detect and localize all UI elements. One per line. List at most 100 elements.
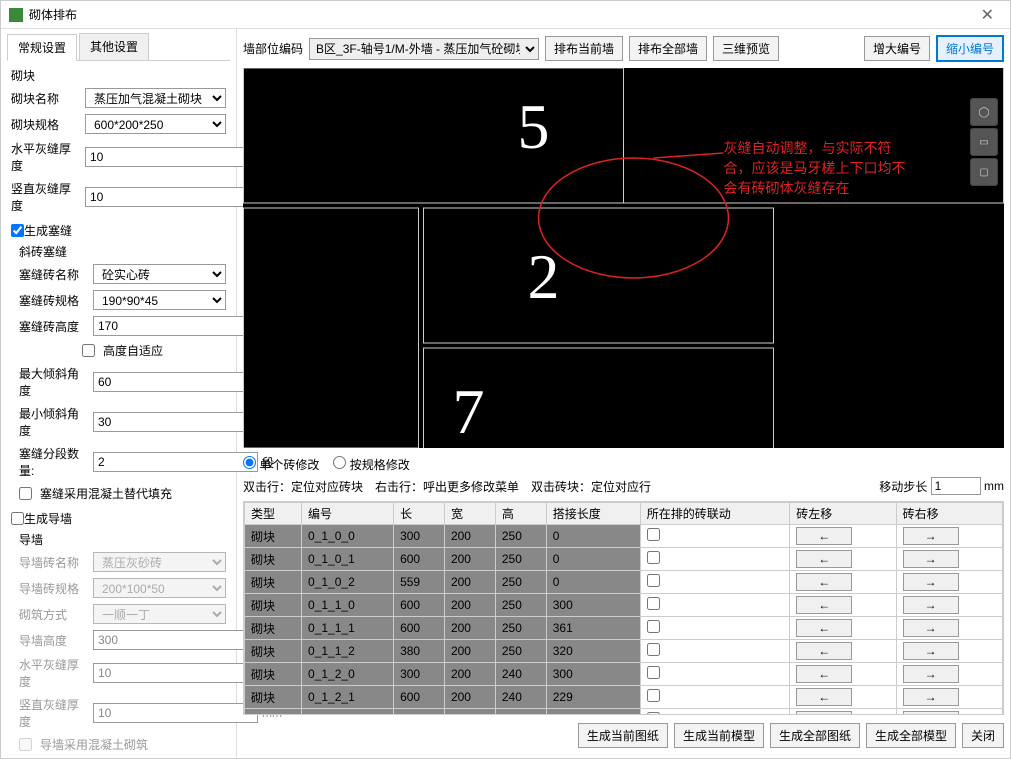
guide-spec-select: 200*100*50 (93, 578, 226, 598)
plug-name-select[interactable]: 砼实心砖 (93, 264, 226, 284)
move-right-button[interactable]: → (903, 573, 959, 591)
canvas-viewport[interactable]: 5 2 7 灰缝自动调整，与实际不符 合，应该是马牙槎上下口均不 会有砖砌体灰缝… (243, 68, 1004, 448)
min-angle-input[interactable] (93, 412, 258, 432)
tab-general[interactable]: 常规设置 (7, 34, 77, 61)
close-icon[interactable]: ✕ (973, 5, 1002, 25)
annotation-line1: 灰缝自动调整，与实际不符 (724, 140, 892, 156)
table-header[interactable]: 宽 (444, 503, 495, 525)
table-row[interactable]: 砌块0_1_2_0300200240300←→ (245, 663, 1003, 686)
layout-current-button[interactable]: 排布当前墙 (545, 36, 623, 61)
table-row[interactable]: 砌块0_1_0_25592002500←→ (245, 571, 1003, 594)
table-header[interactable]: 长 (394, 503, 445, 525)
move-right-button[interactable]: → (903, 596, 959, 614)
seg-count-input[interactable] (93, 452, 258, 472)
mode-single[interactable]: 单个砖修改 (243, 456, 319, 473)
preview-3d-button[interactable]: 三维预览 (713, 36, 779, 61)
move-right-button[interactable]: → (903, 665, 959, 683)
h-joint-label: 水平灰缝厚度 (11, 140, 81, 174)
plug-group-title: 斜砖塞缝 (19, 243, 226, 260)
move-left-button[interactable]: ← (796, 596, 852, 614)
table-row[interactable]: 砌块0_1_0_16002002500←→ (245, 548, 1003, 571)
v-joint-input[interactable] (85, 187, 250, 207)
gen-all-drawing-button[interactable]: 生成全部图纸 (770, 723, 860, 748)
move-left-button[interactable]: ← (796, 665, 852, 683)
block-name-label: 砌块名称 (11, 90, 81, 107)
move-left-button[interactable]: ← (796, 688, 852, 706)
v-joint-label: 竖直灰缝厚度 (11, 180, 81, 214)
table-row[interactable]: 砌块0_1_0_03002002500←→ (245, 525, 1003, 548)
move-right-button[interactable]: → (903, 550, 959, 568)
gen-current-model-button[interactable]: 生成当前模型 (674, 723, 764, 748)
table-header[interactable]: 砖左移 (790, 503, 896, 525)
gen-all-model-button[interactable]: 生成全部模型 (866, 723, 956, 748)
guide-height-input (93, 630, 258, 650)
row-link-checkbox[interactable] (647, 689, 660, 702)
move-left-button[interactable]: ← (796, 527, 852, 545)
top-toolbar: 墙部位编码 B区_3F-轴号1/M-外墙 - 蒸压加气砼砌块 排布当前墙 排布全… (243, 35, 1004, 62)
move-left-button[interactable]: ← (796, 642, 852, 660)
h-joint-input[interactable] (85, 147, 250, 167)
wall-code-label: 墙部位编码 (243, 40, 303, 57)
table-header[interactable]: 类型 (245, 503, 302, 525)
row-link-checkbox[interactable] (647, 643, 660, 656)
mode-spec[interactable]: 按规格修改 (333, 456, 409, 473)
table-row[interactable]: 砌块0_1_1_1600200250361←→ (245, 617, 1003, 640)
canvas-number-5: 5 (518, 91, 550, 162)
max-angle-input[interactable] (93, 372, 258, 392)
enlarge-num-button[interactable]: 增大编号 (864, 36, 930, 61)
auto-height-checkbox[interactable] (82, 344, 95, 357)
gen-plug-checkbox[interactable] (11, 224, 24, 237)
shrink-num-button[interactable]: 缩小编号 (936, 35, 1004, 62)
move-left-button[interactable]: ← (796, 619, 852, 637)
brick-table[interactable]: 类型编号长宽高搭接长度所在排的砖联动砖左移砖右移 砌块0_1_0_0300200… (243, 501, 1004, 715)
table-row[interactable]: 砌块0_1_1_2380200250320←→ (245, 640, 1003, 663)
row-link-checkbox[interactable] (647, 620, 660, 633)
titlebar: 砌体排布 ✕ (1, 1, 1010, 29)
table-header[interactable]: 搭接长度 (546, 503, 640, 525)
table-header[interactable]: 编号 (302, 503, 394, 525)
step-input[interactable] (931, 477, 981, 495)
move-right-button[interactable]: → (903, 688, 959, 706)
plug-spec-select[interactable]: 190*90*45 (93, 290, 226, 310)
plug-concrete-checkbox[interactable] (19, 487, 32, 500)
row-link-checkbox[interactable] (647, 551, 660, 564)
layout-all-button[interactable]: 排布全部墙 (629, 36, 707, 61)
annotation-line2: 合，应该是马牙槎上下口均不 (724, 160, 906, 176)
table-header[interactable]: 所在排的砖联动 (640, 503, 790, 525)
move-right-button[interactable]: → (903, 619, 959, 637)
table-row[interactable]: 砌块0_1_1_0600200250300←→ (245, 594, 1003, 617)
guide-name-select: 蒸压灰砂砖 (93, 552, 226, 572)
block-spec-select[interactable]: 600*200*250 (85, 114, 226, 134)
sidebar: 常规设置 其他设置 砌块 砌块名称 蒸压加气混凝土砌块 砌块规格 600*200… (1, 29, 237, 758)
window-title: 砌体排布 (29, 6, 973, 23)
canvas-tool-1[interactable]: ◯ (970, 98, 998, 126)
gen-plug-label: 生成塞缝 (24, 222, 72, 239)
app-icon (9, 8, 23, 22)
guide-method-select: 一顺一丁 (93, 604, 226, 624)
gen-guide-checkbox[interactable] (11, 512, 24, 525)
block-name-select[interactable]: 蒸压加气混凝土砌块 (85, 88, 226, 108)
row-link-checkbox[interactable] (647, 574, 660, 587)
move-right-button[interactable]: → (903, 642, 959, 660)
table-header[interactable]: 高 (495, 503, 546, 525)
row-link-checkbox[interactable] (647, 666, 660, 679)
table-row[interactable]: 砌块0_1_2_1600200240229←→ (245, 686, 1003, 709)
row-link-checkbox[interactable] (647, 528, 660, 541)
row-link-checkbox[interactable] (647, 597, 660, 610)
move-left-button[interactable]: ← (796, 550, 852, 568)
table-hint: 双击行：定位对应砖块 右击行：呼出更多修改菜单 双击砖块：定位对应行 (243, 478, 651, 495)
block-spec-label: 砌块规格 (11, 116, 81, 133)
canvas-tool-3[interactable]: ▢ (970, 158, 998, 186)
canvas-number-7: 7 (453, 376, 485, 447)
table-header[interactable]: 砖右移 (896, 503, 1002, 525)
move-right-button[interactable]: → (903, 527, 959, 545)
wall-code-select[interactable]: B区_3F-轴号1/M-外墙 - 蒸压加气砼砌块 (309, 38, 539, 60)
tab-other[interactable]: 其他设置 (79, 33, 149, 60)
plug-height-input[interactable] (93, 316, 258, 336)
gen-current-drawing-button[interactable]: 生成当前图纸 (578, 723, 668, 748)
close-button[interactable]: 关闭 (962, 723, 1004, 748)
step-label: 移动步长 (879, 478, 927, 495)
gen-guide-label: 生成导墙 (24, 510, 72, 527)
move-left-button[interactable]: ← (796, 573, 852, 591)
canvas-tool-2[interactable]: ▭ (970, 128, 998, 156)
